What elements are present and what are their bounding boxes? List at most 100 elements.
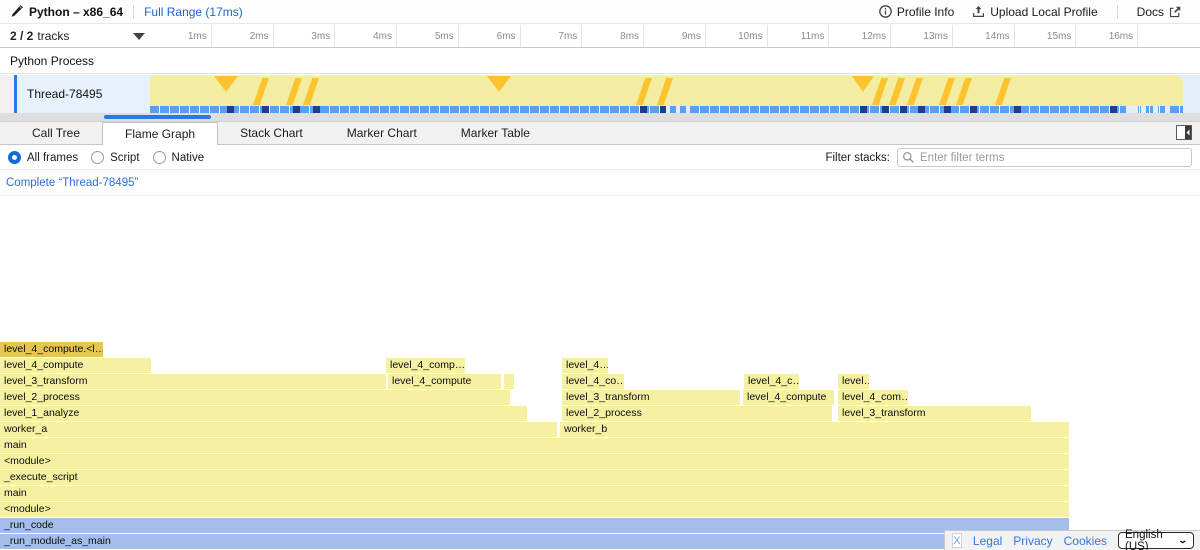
process-track-header[interactable]: Python Process [0,48,1200,74]
flame-graph-canvas[interactable]: level_4_compute.<l…level_4_computelevel_… [0,196,1200,550]
language-select[interactable]: English (US) ⌄ [1118,532,1194,549]
horizontal-splitter[interactable] [0,113,1200,121]
flame-bar[interactable]: level_3_transform [562,390,740,405]
flame-bar[interactable]: level_4_c… [744,374,799,389]
flame-bar[interactable]: level_1_analyze [0,406,527,421]
docs-link[interactable]: Docs [1137,5,1181,19]
tracks-dropdown[interactable]: 2 / 2 tracks [0,25,150,47]
info-icon [879,5,892,18]
tab-marker-table[interactable]: Marker Table [439,122,552,144]
upload-profile-button[interactable]: Upload Local Profile [972,5,1097,19]
flame-bar[interactable]: level_4_compute.<l… [0,342,103,357]
radio-script[interactable]: Script [91,151,139,164]
flame-bar[interactable]: level_4_compute [0,358,151,373]
ruler-tick: 15ms [1015,25,1077,47]
activity-dark-segment [900,106,907,113]
flame-bar[interactable]: level_3_transform [0,374,386,389]
tab-flame-graph[interactable]: Flame Graph [102,122,218,145]
slash-marker [872,78,888,105]
footer-close-button[interactable]: X [952,533,962,548]
activity-dark-segment [313,106,320,113]
filter-stacks-input[interactable] [897,148,1192,167]
flame-bar[interactable]: level_4_com… [838,390,908,405]
flame-bar[interactable]: level_4_co… [562,374,624,389]
flame-bar[interactable]: level_3_transform [838,406,1031,421]
external-link-icon [1169,6,1181,18]
breadcrumb[interactable]: Complete “Thread-78495” [6,177,138,189]
flame-bar[interactable]: level… [838,374,869,389]
slash-marker [889,78,905,105]
activity-gap [1153,106,1158,113]
profile-info-button[interactable]: Profile Info [879,5,954,19]
flame-bar[interactable]: level_2_process [562,406,832,421]
ruler-tick: 8ms [582,25,644,47]
tab-call-tree[interactable]: Call Tree [10,122,102,144]
tab-marker-chart[interactable]: Marker Chart [325,122,439,144]
radio-all-frames[interactable]: All frames [8,151,78,164]
flame-bar[interactable]: level_4… [562,358,608,373]
radio-native[interactable]: Native [153,151,205,164]
triangle-marker [214,76,238,98]
flame-bar[interactable]: worker_b [560,422,1069,437]
flame-bar[interactable]: main [0,486,1069,501]
activity-gap [1165,106,1170,113]
thread-track-label[interactable]: Thread-78495 [17,75,150,113]
tab-stack-chart[interactable]: Stack Chart [218,122,325,144]
profiler-app: Python – x86_64 Full Range (17ms) Profil… [0,0,1200,550]
panel-tabbar: Call TreeFlame GraphStack ChartMarker Ch… [0,121,1200,145]
profile-title: Python – x86_64 [29,5,123,19]
flame-bar[interactable]: level_2_process [0,390,510,405]
flame-bar[interactable]: <module> [0,502,1069,517]
slash-marker [657,78,673,105]
edit-pencil-icon[interactable] [10,5,23,18]
ruler-tick: 4ms [335,25,397,47]
footer-bar: X Legal Privacy Cookies English (US) ⌄ [944,530,1200,550]
thread-track: Thread-78495 [0,75,1200,113]
footer-links: Legal Privacy Cookies [973,534,1107,548]
activity-dark-segment [640,106,647,113]
sidebar-toggle-icon[interactable] [1176,125,1192,141]
flame-bar[interactable]: main [0,438,1069,453]
slash-marker [956,78,972,105]
flame-bar[interactable]: worker_a [0,422,557,437]
triangle-marker [852,76,874,98]
process-track-label: Python Process [10,54,94,68]
slash-marker [939,78,955,105]
ruler-tick: 3ms [274,25,336,47]
cpu-activity-strip [150,106,1183,113]
timeline-ruler: 2 / 2 tracks 1ms2ms3ms4ms5ms6ms7ms8ms9ms… [0,25,1200,48]
activity-dark-segment [293,106,300,113]
footer-link-cookies[interactable]: Cookies [1064,534,1107,548]
ruler-tick: 7ms [521,25,583,47]
flame-bar[interactable]: level_4_comp… [386,358,465,373]
slash-marker [907,78,923,105]
flame-bar[interactable]: _run_code [0,518,1069,533]
footer-link-legal[interactable]: Legal [973,534,1002,548]
radio-dot [91,151,104,164]
flame-bar[interactable]: _run_module_as_main [0,534,1069,549]
activity-dark-segment [860,106,867,113]
frame-filter-radios: All frames Script Native [8,151,217,164]
activity-gap [676,106,680,113]
tracks-word: tracks [37,29,69,43]
search-icon [902,151,915,167]
footer-link-privacy[interactable]: Privacy [1013,534,1052,548]
chevron-down-icon [133,33,145,40]
ruler-tick: 6ms [459,25,521,47]
thread-activity-track[interactable] [150,75,1183,113]
ruler-tick: 9ms [644,25,706,47]
flame-bar[interactable] [504,374,514,389]
flame-bar[interactable]: level_4_compute [743,390,834,405]
slash-marker [636,78,652,105]
flame-bar[interactable]: <module> [0,454,1069,469]
flame-bar[interactable]: _execute_script [0,470,1069,485]
triangle-marker [487,76,511,98]
radio-label: All frames [27,152,78,164]
marker-band [150,76,1183,106]
divider [133,5,134,19]
full-range-link[interactable]: Full Range (17ms) [144,5,243,19]
flame-bar[interactable]: level_4_compute [388,374,501,389]
scrollbar-thumb[interactable] [104,115,211,119]
activity-dark-segment [227,106,234,113]
track-gutter [0,75,14,113]
